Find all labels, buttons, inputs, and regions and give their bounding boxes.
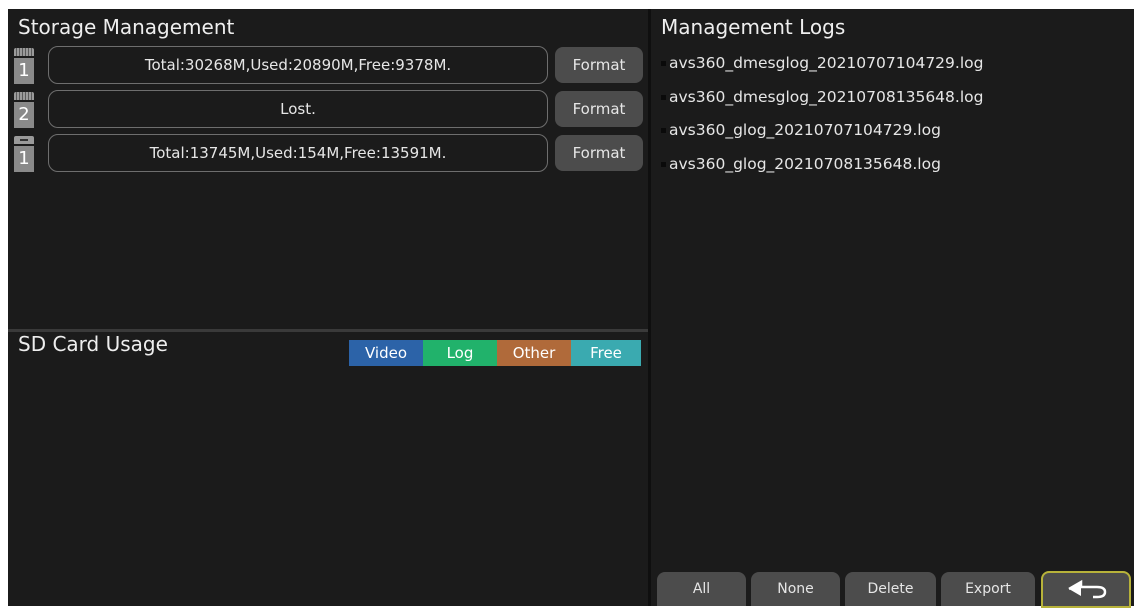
usb-drive-icon: 1 — [12, 134, 36, 174]
storage-panel: Storage Management 1 Total:30268M,Used:2… — [8, 9, 648, 329]
log-filename: avs360_dmesglog_20210707104729.log — [669, 54, 984, 72]
log-item[interactable]: avs360_dmesglog_20210707104729.log — [661, 54, 983, 72]
logs-action-bar: All None Delete Export — [651, 569, 1134, 608]
storage-row-sd2: 2 Lost. Format — [10, 90, 645, 130]
checkbox-icon — [661, 61, 666, 66]
sd-card-icon: 1 — [12, 46, 36, 86]
storage-info: Total:13745M,Used:154M,Free:13591M. — [48, 134, 548, 172]
storage-title: Storage Management — [18, 15, 235, 39]
storage-info: Total:30268M,Used:20890M,Free:9378M. — [48, 46, 548, 84]
storage-row-sd1: 1 Total:30268M,Used:20890M,Free:9378M. F… — [10, 46, 645, 86]
checkbox-icon — [661, 128, 666, 133]
export-button[interactable]: Export — [941, 572, 1035, 606]
delete-button[interactable]: Delete — [845, 572, 936, 606]
log-filename: avs360_dmesglog_20210708135648.log — [669, 88, 984, 106]
legend-free: Free — [571, 340, 641, 366]
format-button[interactable]: Format — [555, 47, 643, 83]
device-number: 1 — [14, 58, 34, 84]
log-item[interactable]: avs360_dmesglog_20210708135648.log — [661, 88, 983, 106]
select-all-button[interactable]: All — [657, 572, 746, 606]
format-button[interactable]: Format — [555, 91, 643, 127]
log-filename: avs360_glog_20210707104729.log — [669, 121, 941, 139]
usage-title: SD Card Usage — [18, 332, 168, 356]
device-number: 2 — [14, 102, 34, 128]
storage-row-usb1: 1 Total:13745M,Used:154M,Free:13591M. Fo… — [10, 134, 645, 174]
screen: Storage Management 1 Total:30268M,Used:2… — [8, 9, 1134, 608]
usage-panel: SD Card Usage Video Log Other Free — [8, 332, 648, 606]
back-button[interactable] — [1041, 571, 1131, 608]
legend-video: Video — [349, 340, 423, 366]
device-number: 1 — [14, 146, 34, 172]
log-item[interactable]: avs360_glog_20210707104729.log — [661, 121, 941, 139]
storage-info: Lost. — [48, 90, 548, 128]
select-none-button[interactable]: None — [751, 572, 840, 606]
sd-card-icon: 2 — [12, 90, 36, 130]
log-filename: avs360_glog_20210708135648.log — [669, 155, 941, 173]
checkbox-icon — [661, 162, 666, 167]
checkbox-icon — [661, 95, 666, 100]
logs-panel: Management Logs avs360_dmesglog_20210707… — [651, 9, 1134, 608]
legend-log: Log — [423, 340, 497, 366]
back-arrow-icon — [1068, 579, 1107, 599]
format-button[interactable]: Format — [555, 135, 643, 171]
legend-other: Other — [497, 340, 571, 366]
logs-title: Management Logs — [661, 15, 846, 39]
log-item[interactable]: avs360_glog_20210708135648.log — [661, 155, 941, 173]
